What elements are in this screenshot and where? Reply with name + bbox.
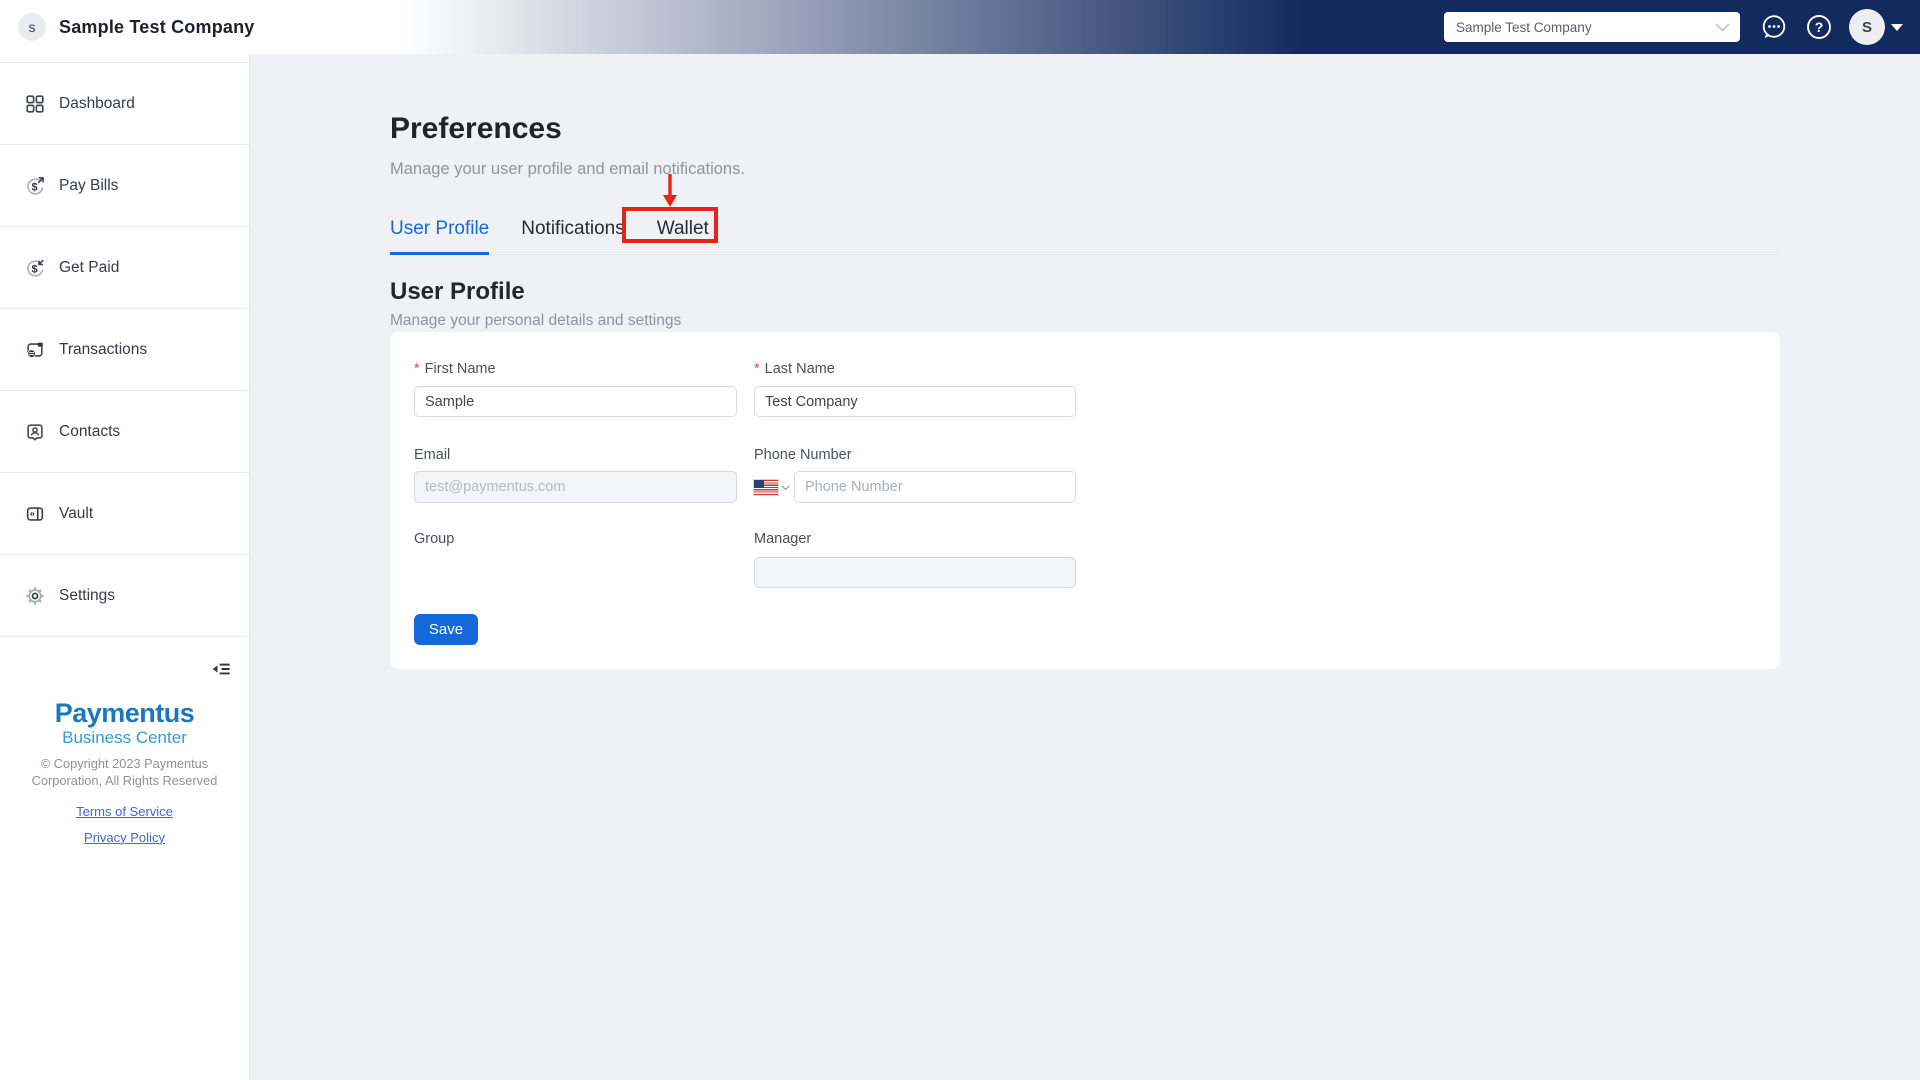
- dollar-glyph: $: [31, 263, 37, 275]
- top-bar-actions: Sample Test Company ? S: [1444, 9, 1920, 45]
- dashboard-icon: [24, 93, 46, 115]
- chat-icon[interactable]: [1759, 12, 1789, 42]
- first-name-label: *First Name: [414, 361, 737, 378]
- sidebar-item-label: Contacts: [59, 423, 120, 441]
- pay-bills-icon: $: [24, 175, 46, 197]
- tab-user-profile[interactable]: User Profile: [390, 217, 489, 254]
- required-asterisk: *: [414, 361, 420, 377]
- company-header: s Sample Test Company: [0, 13, 255, 41]
- tab-notifications[interactable]: Notifications: [521, 217, 625, 254]
- sidebar-item-label: Pay Bills: [59, 177, 118, 195]
- company-avatar-initial: s: [29, 19, 36, 35]
- tab-wallet[interactable]: Wallet: [657, 217, 709, 254]
- sidebar-item-label: Settings: [59, 587, 115, 605]
- sidebar-item-transactions[interactable]: Transactions: [0, 309, 249, 391]
- sidebar-item-settings[interactable]: Settings: [0, 555, 249, 637]
- paymentus-logo: Paymentus: [0, 700, 249, 727]
- section-subtitle: Manage your personal details and setting…: [390, 311, 1780, 330]
- group-label: Group: [414, 531, 737, 548]
- email-field: [414, 471, 737, 503]
- app-window: s Sample Test Company Sample Test Compan…: [0, 0, 1920, 1080]
- help-glyph: ?: [1815, 19, 1824, 35]
- email-label: Email: [414, 447, 737, 464]
- user-avatar-initial: S: [1862, 19, 1872, 36]
- company-avatar: s: [18, 13, 46, 41]
- save-button[interactable]: Save: [414, 614, 478, 645]
- vault-icon: [24, 503, 46, 525]
- sidebar-item-dashboard[interactable]: Dashboard: [0, 63, 249, 145]
- page-title: Preferences: [390, 112, 1780, 146]
- us-flag-icon[interactable]: [754, 480, 778, 495]
- top-bar: s Sample Test Company Sample Test Compan…: [0, 0, 1920, 54]
- help-icon[interactable]: ?: [1804, 12, 1834, 42]
- sidebar-item-label: Get Paid: [59, 259, 119, 277]
- sidebar-item-vault[interactable]: Vault: [0, 473, 249, 555]
- collapse-sidebar-icon[interactable]: [210, 658, 232, 680]
- sidebar-item-label: Vault: [59, 505, 93, 523]
- company-select-value: Sample Test Company: [1456, 20, 1715, 35]
- main-content: Preferences Manage your user profile and…: [250, 54, 1920, 1080]
- required-asterisk: *: [754, 361, 760, 377]
- first-name-field[interactable]: [414, 386, 737, 417]
- manager-label: Manager: [754, 531, 1076, 548]
- sidebar-footer: Paymentus Business Center © Copyright 20…: [0, 700, 249, 845]
- company-select-dropdown[interactable]: Sample Test Company: [1444, 12, 1740, 42]
- privacy-policy-link[interactable]: Privacy Policy: [0, 830, 249, 845]
- sidebar-item-get-paid[interactable]: $ Get Paid: [0, 227, 249, 309]
- sidebar-item-label: Transactions: [59, 341, 147, 359]
- sidebar: Dashboard $ Pay Bills $ Get Paid: [0, 54, 250, 1080]
- chevron-down-icon: [1715, 23, 1730, 32]
- dollar-glyph: $: [31, 181, 37, 193]
- sidebar-item-pay-bills[interactable]: $ Pay Bills: [0, 145, 249, 227]
- page-subtitle: Manage your user profile and email notif…: [390, 159, 1780, 179]
- user-avatar[interactable]: S: [1849, 9, 1885, 45]
- settings-icon: [24, 585, 46, 607]
- user-profile-card: *First Name *Last Name Email Pho: [390, 332, 1780, 669]
- copyright-text: © Copyright 2023 Paymentus Corporation, …: [0, 756, 249, 790]
- phone-number-label: Phone Number: [754, 447, 1076, 464]
- sidebar-item-contacts[interactable]: Contacts: [0, 391, 249, 473]
- logo-tagline: Business Center: [0, 728, 249, 747]
- annotation-arrow-icon: [659, 174, 681, 208]
- tab-bar: User Profile Notifications Wallet: [390, 217, 1780, 255]
- section-title: User Profile: [390, 279, 1780, 305]
- user-menu-caret-icon[interactable]: [1891, 24, 1903, 31]
- terms-of-service-link[interactable]: Terms of Service: [0, 804, 249, 819]
- sidebar-item-label: Dashboard: [59, 95, 135, 113]
- transactions-icon: [24, 339, 46, 361]
- phone-number-field[interactable]: [794, 471, 1076, 503]
- contacts-icon: [24, 421, 46, 443]
- sidebar-nav: Dashboard $ Pay Bills $ Get Paid: [0, 62, 249, 637]
- sidebar-collapse-row: [0, 658, 249, 680]
- manager-field: [754, 557, 1076, 588]
- flag-chevron-down-icon[interactable]: [781, 485, 790, 491]
- company-name-title: Sample Test Company: [59, 17, 255, 38]
- last-name-field[interactable]: [754, 386, 1076, 417]
- last-name-label: *Last Name: [754, 361, 1076, 378]
- get-paid-icon: $: [24, 257, 46, 279]
